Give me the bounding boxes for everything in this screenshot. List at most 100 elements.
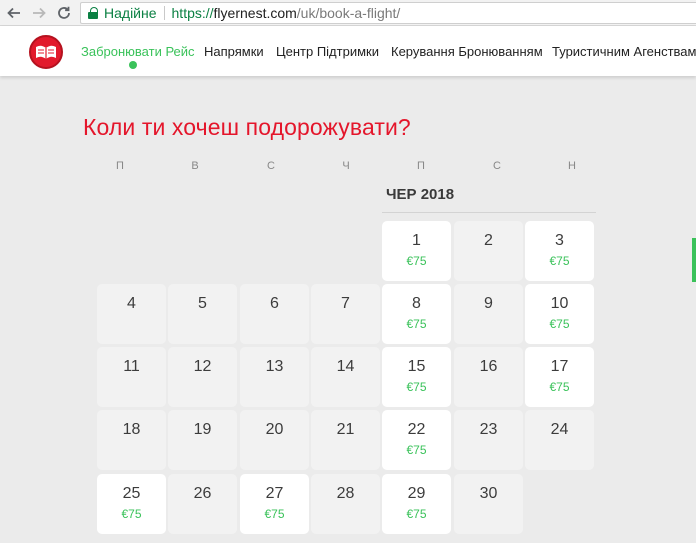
- day-number: 16: [479, 358, 498, 375]
- calendar-day[interactable]: 26: [168, 474, 237, 534]
- weekday-sat: С: [493, 160, 501, 172]
- calendar-day[interactable]: 22 €75: [382, 410, 451, 470]
- day-number: 28: [336, 485, 355, 502]
- day-price: €75: [549, 380, 570, 394]
- calendar-day[interactable]: 13: [240, 347, 309, 407]
- arrow-left-icon: [7, 7, 20, 19]
- weekday-wed: С: [267, 160, 275, 172]
- calendar-day[interactable]: 28: [311, 474, 380, 534]
- arrow-right-icon: [33, 7, 46, 19]
- day-price: €75: [406, 254, 427, 268]
- calendar-day[interactable]: 18: [97, 410, 166, 470]
- day-price: €75: [549, 254, 570, 268]
- day-price: €75: [406, 443, 427, 457]
- day-number: 24: [550, 421, 569, 438]
- address-bar[interactable]: Надійне https://flyernest.com/uk/book-a-…: [80, 2, 696, 24]
- weekday-sun: Н: [568, 160, 576, 172]
- url-host: flyernest.com: [213, 5, 297, 21]
- day-price: €75: [121, 507, 142, 521]
- calendar-day[interactable]: 12: [168, 347, 237, 407]
- nav-book-flight[interactable]: Забронювати Рейс: [81, 44, 195, 59]
- day-number: 5: [198, 295, 207, 312]
- calendar-day[interactable]: 11: [97, 347, 166, 407]
- day-number: 10: [550, 295, 569, 312]
- url-scheme: https://: [171, 5, 214, 21]
- day-number: 1: [412, 232, 421, 249]
- day-number: 9: [484, 295, 493, 312]
- reload-button[interactable]: [52, 1, 76, 25]
- weekday-thu: Ч: [342, 160, 350, 172]
- calendar-day[interactable]: 25 €75: [97, 474, 166, 534]
- back-button[interactable]: [2, 1, 26, 25]
- calendar-day[interactable]: 21: [311, 410, 380, 470]
- weekday-mon: П: [116, 160, 124, 172]
- calendar-day[interactable]: 16: [454, 347, 523, 407]
- reload-icon: [58, 6, 70, 19]
- day-number: 23: [479, 421, 498, 438]
- day-number: 14: [336, 358, 355, 375]
- nav-destinations[interactable]: Напрямки: [204, 44, 264, 59]
- calendar-day[interactable]: 5: [168, 284, 237, 344]
- secure-label: Надійне: [104, 5, 157, 21]
- calendar-day[interactable]: 10 €75: [525, 284, 594, 344]
- day-number: 27: [265, 485, 284, 502]
- day-number: 17: [550, 358, 569, 375]
- day-number: 4: [127, 295, 136, 312]
- day-number: 3: [555, 232, 564, 249]
- day-number: 22: [407, 421, 426, 438]
- calendar-day[interactable]: 14: [311, 347, 380, 407]
- calendar-day[interactable]: 7: [311, 284, 380, 344]
- day-price: €75: [406, 380, 427, 394]
- url-path: /uk/book-a-flight/: [296, 5, 401, 21]
- day-price: €75: [549, 317, 570, 331]
- calendar-day[interactable]: 9: [454, 284, 523, 344]
- calendar-day[interactable]: 27 €75: [240, 474, 309, 534]
- weekday-fri: П: [417, 160, 425, 172]
- omnibox-divider: [163, 6, 165, 20]
- day-price: €75: [264, 507, 285, 521]
- calendar-day[interactable]: 17 €75: [525, 347, 594, 407]
- day-number: 7: [341, 295, 350, 312]
- browser-toolbar: Надійне https://flyernest.com/uk/book-a-…: [0, 0, 696, 26]
- month-divider: [382, 212, 596, 213]
- day-number: 30: [479, 485, 498, 502]
- calendar-day[interactable]: 2: [454, 221, 523, 281]
- day-number: 25: [122, 485, 141, 502]
- day-number: 15: [407, 358, 426, 375]
- calendar-day[interactable]: 23: [454, 410, 523, 470]
- scroll-indicator: [692, 238, 696, 282]
- calendar-day[interactable]: 30: [454, 474, 523, 534]
- day-number: 18: [122, 421, 141, 438]
- day-number: 19: [193, 421, 212, 438]
- calendar-day[interactable]: 20: [240, 410, 309, 470]
- weekday-tue: В: [191, 160, 199, 172]
- nav-travel-agents[interactable]: Туристичним Агенствам: [552, 44, 696, 59]
- day-number: 20: [265, 421, 284, 438]
- calendar-day[interactable]: 19: [168, 410, 237, 470]
- calendar-day[interactable]: 15 €75: [382, 347, 451, 407]
- calendar-day[interactable]: 8 €75: [382, 284, 451, 344]
- day-number: 21: [336, 421, 355, 438]
- calendar-day[interactable]: 24: [525, 410, 594, 470]
- calendar-day[interactable]: 1 €75: [382, 221, 451, 281]
- calendar-day[interactable]: 29 €75: [382, 474, 451, 534]
- calendar-day[interactable]: 6: [240, 284, 309, 344]
- nav-support-center[interactable]: Центр Підтримки: [276, 44, 379, 59]
- page-title: Коли ти хочеш подорожувати?: [83, 114, 411, 140]
- day-number: 26: [193, 485, 212, 502]
- site-navbar: Забронювати Рейс Напрямки Центр Підтримк…: [0, 26, 696, 76]
- nav-manage-booking[interactable]: Керування Бронюванням: [391, 44, 543, 59]
- day-price: €75: [406, 317, 427, 331]
- calendar-day[interactable]: 3 €75: [525, 221, 594, 281]
- lock-icon: [88, 7, 98, 19]
- forward-button[interactable]: [27, 1, 51, 25]
- month-label: ЧЕР 2018: [386, 186, 455, 203]
- flyernest-logo-icon[interactable]: [29, 35, 63, 69]
- day-price: €75: [406, 507, 427, 521]
- day-number: 13: [265, 358, 284, 375]
- day-number: 29: [407, 485, 426, 502]
- day-number: 11: [123, 358, 140, 375]
- day-number: 2: [484, 232, 493, 249]
- day-number: 12: [193, 358, 212, 375]
- calendar-day[interactable]: 4: [97, 284, 166, 344]
